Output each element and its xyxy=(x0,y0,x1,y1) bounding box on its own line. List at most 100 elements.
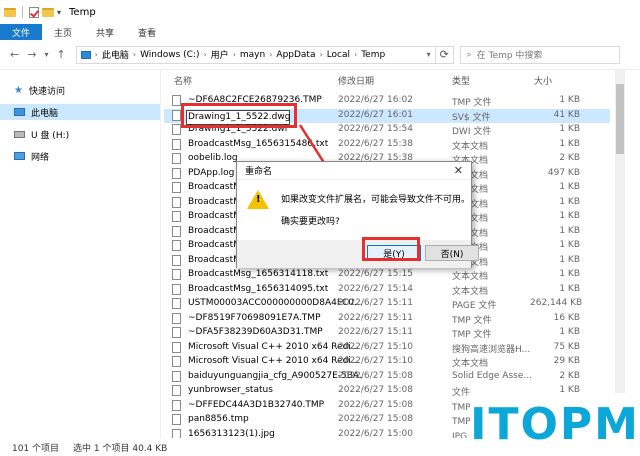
explorer-window: ▾ Temp 文件 主页 共享 查看 ← → ▾ ↑ › 此电脑 › Windo… xyxy=(0,0,640,456)
up-icon[interactable]: ↑ xyxy=(56,48,65,61)
table-row[interactable]: BroadcastMsg_1656314095.txt 2022/6/27 15:… xyxy=(164,283,610,298)
file-name: ~DF8519F70698091E7A.TMP xyxy=(188,312,321,323)
file-icon xyxy=(172,95,181,106)
table-row[interactable]: ~DF8519F70698091E7A.TMP 2022/6/27 15:11 TM… xyxy=(164,312,610,327)
breadcrumb-item[interactable]: Windows (C:) xyxy=(140,50,199,60)
file-type: DWI 文件 xyxy=(452,127,492,137)
file-date: 2022/6/27 15:11 xyxy=(338,312,413,323)
scrollbar-thumb[interactable] xyxy=(616,84,624,154)
network-icon xyxy=(14,152,25,160)
file-name: USTM00003ACC000000000D8A4FC0... xyxy=(188,298,363,308)
pane-divider[interactable] xyxy=(160,70,161,438)
back-icon[interactable]: ← xyxy=(10,48,19,61)
breadcrumb-item[interactable]: Temp xyxy=(361,50,385,60)
file-date: 2022/6/27 15:15 xyxy=(338,269,413,279)
rename-dialog: 重命名 ✕ ! 如果改变文件扩展名，可能会导致文件不可用。 确实要更改吗? 是(… xyxy=(236,161,479,268)
nav-buttons: ← → ▾ ↑ xyxy=(10,48,66,61)
file-icon xyxy=(172,240,181,251)
address-bar[interactable]: › 此电脑 › Windows (C:) › 用户 › mayn › AppDa… xyxy=(75,45,436,64)
column-header-size[interactable]: 大小 xyxy=(534,74,552,87)
star-icon: ★ xyxy=(14,84,23,96)
properties-icon[interactable] xyxy=(29,6,39,18)
file-date: 2022/6/27 15:14 xyxy=(338,283,413,294)
breadcrumb-item[interactable]: 用户 xyxy=(211,48,229,61)
breadcrumb-item[interactable]: mayn xyxy=(240,50,265,60)
file-type: Solid Edge Asse... xyxy=(452,370,532,381)
file-date: 2022/6/27 15:10 xyxy=(338,356,413,366)
table-row[interactable]: BroadcastMsg_1656314118.txt 2022/6/27 15:… xyxy=(164,268,610,283)
nav-item-quick-access[interactable]: ★ 快速访问 xyxy=(14,82,65,98)
search-box[interactable]: ⌕ 在 Temp 中搜索 xyxy=(459,45,620,64)
breadcrumb-item[interactable]: 此电脑 xyxy=(102,48,129,61)
file-icon xyxy=(172,283,181,295)
file-icon xyxy=(172,225,181,237)
dialog-question: 确实要更改吗? xyxy=(281,217,340,227)
recent-dropdown-icon[interactable]: ▾ xyxy=(44,50,48,59)
file-date: 2022/6/27 15:10 xyxy=(338,341,413,352)
nav-item-network[interactable]: 网络 xyxy=(14,148,49,164)
title-bar: ▾ Temp xyxy=(0,0,640,24)
file-icon xyxy=(172,312,181,324)
file-size: 41 KB xyxy=(553,109,580,120)
tab-share[interactable]: 共享 xyxy=(84,24,126,40)
file-icon xyxy=(172,196,181,208)
file-date: 2022/6/27 15:08 xyxy=(338,399,413,410)
item-count: 101 个项目 xyxy=(12,443,60,454)
tab-home[interactable]: 主页 xyxy=(42,24,84,40)
file-size: 1 KB xyxy=(559,327,580,337)
new-folder-icon[interactable] xyxy=(42,7,54,17)
column-header-type[interactable]: 类型 xyxy=(452,74,470,87)
table-row[interactable]: Microsoft Visual C++ 2010 x64 Redi... 202… xyxy=(164,355,610,370)
file-size: 1 KB xyxy=(559,124,580,134)
nav-item-label: 快速访问 xyxy=(28,86,65,97)
table-row[interactable]: Microsoft Visual C++ 2010 x64 Redi... 202… xyxy=(164,341,610,356)
table-row[interactable]: ~DFA5F38239D60A3D31.TMP 2022/6/27 15:11 TM… xyxy=(164,326,610,341)
close-icon[interactable]: ✕ xyxy=(454,164,463,177)
nav-item-usb-drive[interactable]: U 盘 (H:) xyxy=(14,126,69,142)
file-date: 2022/6/27 15:38 xyxy=(338,138,413,149)
folder-icon xyxy=(4,7,16,17)
dialog-footer: 是(Y) 否(N) xyxy=(237,240,479,268)
no-button[interactable]: 否(N) xyxy=(425,245,479,261)
file-type: 文本文档 xyxy=(452,272,489,282)
nav-item-this-pc[interactable]: 此电脑 xyxy=(0,104,160,120)
file-date: 2022/6/27 15:08 xyxy=(338,385,413,395)
column-header-date[interactable]: 修改日期 xyxy=(338,74,374,87)
breadcrumb-item[interactable]: Local xyxy=(327,50,350,60)
breadcrumb-item[interactable]: AppData xyxy=(276,50,315,60)
highlight-box-yes xyxy=(362,237,420,261)
chevron-right-icon: › xyxy=(319,50,323,59)
dialog-message: 如果改变文件扩展名，可能会导致文件不可用。 xyxy=(281,195,471,205)
chevron-right-icon: › xyxy=(132,50,137,59)
chevron-right-icon: › xyxy=(203,50,207,59)
forward-icon[interactable]: → xyxy=(27,48,36,61)
file-size: 29 KB xyxy=(553,356,580,366)
refresh-icon[interactable]: ⟳ xyxy=(435,45,454,64)
file-type: TMP 文件 xyxy=(452,330,492,340)
table-row[interactable]: baiduyunguangjia_cfg_A900527E-5BA... 2022… xyxy=(164,370,610,385)
file-name: 1656313123(1).jpg xyxy=(188,428,275,439)
computer-icon xyxy=(80,50,91,59)
tab-file[interactable]: 文件 xyxy=(0,24,42,40)
vertical-scrollbar[interactable] xyxy=(615,70,625,438)
file-name: BroadcastMsg_1656314118.txt xyxy=(188,269,329,279)
file-icon xyxy=(172,341,181,353)
chevron-down-icon[interactable]: ▾ xyxy=(427,50,431,59)
file-icon xyxy=(172,138,181,150)
chevron-right-icon: › xyxy=(269,50,273,59)
file-icon xyxy=(172,414,181,425)
selection-info: 选中 1 个项目 40.4 KB xyxy=(73,443,168,454)
file-icon xyxy=(172,153,181,164)
column-header-name[interactable]: 名称 xyxy=(174,74,192,87)
table-row[interactable]: USTM00003ACC000000000D8A4FC0... 2022/6/27… xyxy=(164,297,610,312)
tab-view[interactable]: 查看 xyxy=(126,24,168,40)
highlight-box-filename xyxy=(181,103,297,128)
file-size: 1 KB xyxy=(559,283,580,294)
nav-item-label: U 盘 (H:) xyxy=(31,130,70,141)
chevron-right-icon: › xyxy=(232,50,236,59)
table-row[interactable]: BroadcastMsg_1656315486.txt 2022/6/27 15:… xyxy=(164,138,610,153)
file-date: 2022/6/27 15:54 xyxy=(338,124,413,134)
file-type: TMP 文件 xyxy=(452,98,492,108)
chevron-down-icon[interactable]: ▾ xyxy=(57,8,61,17)
dialog-body: ! 如果改变文件扩展名，可能会导致文件不可用。 确实要更改吗? xyxy=(237,180,471,240)
